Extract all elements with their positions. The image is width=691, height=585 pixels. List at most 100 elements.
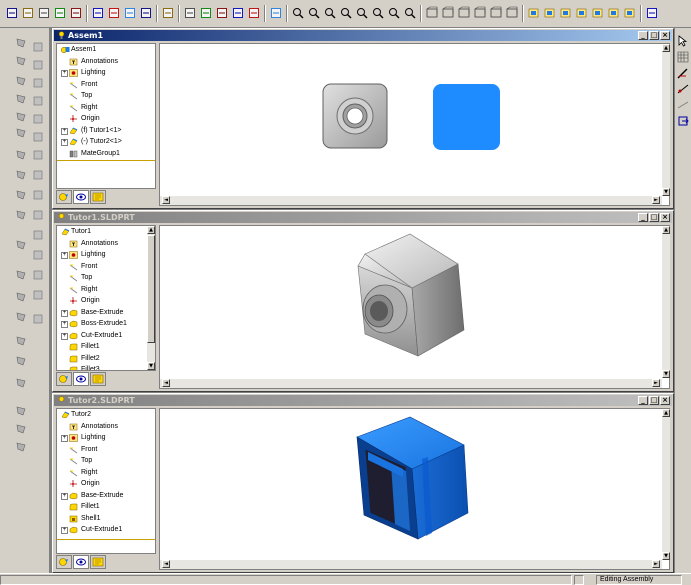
extend-icon[interactable] bbox=[14, 208, 28, 222]
wireframe-icon[interactable] bbox=[425, 6, 439, 20]
expand-toggle[interactable]: + bbox=[61, 332, 68, 340]
split-icon[interactable] bbox=[31, 148, 45, 162]
view-bottom-icon[interactable] bbox=[607, 6, 621, 20]
fix-icon[interactable] bbox=[31, 112, 45, 126]
property-manager-tab[interactable] bbox=[73, 372, 89, 386]
property-manager-tab[interactable] bbox=[73, 555, 89, 569]
save-icon[interactable] bbox=[37, 6, 51, 20]
dimension-icon[interactable] bbox=[14, 310, 28, 324]
copy-sketch-icon[interactable] bbox=[31, 40, 45, 54]
zoom-fit-icon[interactable] bbox=[323, 6, 337, 20]
sketch-spline-icon[interactable] bbox=[14, 110, 28, 124]
vertical-scrollbar[interactable]: ▲ ▼ bbox=[662, 409, 670, 560]
tree-item[interactable]: + Base-Extrude bbox=[61, 490, 155, 502]
tree-root-item[interactable]: Tutor1 bbox=[59, 226, 155, 238]
vertical-scrollbar[interactable]: ▲ ▼ bbox=[662, 44, 670, 196]
parabola-icon[interactable] bbox=[31, 188, 45, 202]
part-document-window-tutor2[interactable]: Tutor2.SLDPRT _ □ × Tutor2 Annotations + Li… bbox=[52, 393, 674, 573]
tree-item[interactable]: Origin bbox=[67, 113, 155, 125]
help-icon[interactable] bbox=[269, 6, 283, 20]
view-orientation-icon[interactable] bbox=[291, 6, 305, 20]
tree-vertical-scrollbar[interactable]: ▲ ▼ bbox=[147, 226, 155, 370]
tree-item[interactable]: MateGroup1 bbox=[67, 148, 155, 160]
select-icon[interactable] bbox=[199, 6, 213, 20]
graphics-area[interactable]: ▲ ▼ ◄ ► bbox=[159, 408, 670, 570]
zoom-area-icon[interactable] bbox=[339, 6, 353, 20]
tree-item[interactable]: + Cut-Extrude1 bbox=[61, 524, 155, 536]
rollback-bar[interactable] bbox=[57, 539, 155, 540]
tutor2-part-model[interactable] bbox=[356, 416, 469, 540]
expand-toggle[interactable]: + bbox=[61, 70, 68, 77]
3d-sketch-icon[interactable] bbox=[31, 228, 45, 242]
partial-ellipse-icon[interactable] bbox=[31, 168, 45, 182]
pan-icon[interactable] bbox=[403, 6, 417, 20]
zoom-inout-icon[interactable] bbox=[355, 6, 369, 20]
assembly-document-window[interactable]: Assem1 _ □ × Assem1 Annotations + Lighting F… bbox=[52, 28, 674, 209]
tree-item[interactable]: + Boss-Extrude1 bbox=[61, 318, 155, 330]
shaded-icon[interactable] bbox=[489, 6, 503, 20]
close-button[interactable]: × bbox=[660, 396, 670, 405]
minimize-button[interactable]: _ bbox=[638, 213, 648, 222]
undo-icon[interactable] bbox=[161, 6, 175, 20]
tree-root-item[interactable]: Tutor2 bbox=[59, 409, 155, 421]
move-icon[interactable] bbox=[14, 404, 28, 418]
configuration-manager-tab[interactable] bbox=[90, 190, 106, 204]
tree-item[interactable]: Top bbox=[67, 90, 155, 102]
sketch-fillet-icon[interactable] bbox=[14, 168, 28, 182]
part-document-window-tutor1[interactable]: Tutor1.SLDPRT _ □ × Tutor1 Annotations + Li… bbox=[52, 210, 674, 392]
tree-item[interactable]: + Base-Extrude bbox=[61, 307, 155, 319]
expand-toggle[interactable]: + bbox=[61, 139, 68, 146]
sketch-rect-icon[interactable] bbox=[14, 54, 28, 68]
paste-icon[interactable] bbox=[123, 6, 137, 20]
tutor2-component[interactable] bbox=[433, 84, 500, 150]
window-title-bar[interactable]: Assem1 _ □ × bbox=[54, 30, 672, 41]
modify-icon[interactable] bbox=[31, 76, 45, 90]
copy-icon[interactable] bbox=[107, 6, 121, 20]
tree-item[interactable]: Front bbox=[67, 444, 155, 456]
graphics-area[interactable]: ▲ ▼ ◄ ► bbox=[159, 43, 670, 206]
sketch-text-icon[interactable] bbox=[14, 376, 28, 390]
rotate-icon[interactable] bbox=[387, 6, 401, 20]
expand-toggle[interactable]: + bbox=[61, 321, 68, 328]
tree-item[interactable]: + (f) Tutor1<1> bbox=[61, 125, 155, 137]
tree-item[interactable]: + (-) Tutor2<1> bbox=[61, 136, 155, 148]
exit-sketch-icon[interactable] bbox=[676, 114, 690, 128]
color-icon[interactable] bbox=[247, 6, 261, 20]
normal-to-icon[interactable] bbox=[645, 6, 659, 20]
print-icon[interactable] bbox=[53, 6, 67, 20]
tree-item[interactable]: Annotations bbox=[67, 56, 155, 68]
previous-view-icon[interactable] bbox=[307, 6, 321, 20]
horizontal-scrollbar[interactable]: ◄ ► bbox=[160, 379, 662, 388]
expand-toggle[interactable]: + bbox=[61, 435, 68, 442]
open-icon[interactable] bbox=[21, 6, 35, 20]
tree-item[interactable]: Fillet3 bbox=[67, 364, 155, 370]
tree-root-item[interactable]: Assem1 bbox=[59, 44, 155, 56]
delete-icon[interactable] bbox=[139, 6, 153, 20]
grid-icon[interactable] bbox=[215, 6, 229, 20]
expand-toggle[interactable]: + bbox=[61, 127, 68, 135]
window-title-bar[interactable]: Tutor2.SLDPRT _ □ × bbox=[54, 395, 672, 406]
construction-icon[interactable] bbox=[31, 58, 45, 72]
line-icon[interactable] bbox=[676, 98, 690, 112]
tree-item[interactable]: + Cut-Extrude1 bbox=[61, 330, 155, 342]
minimize-button[interactable]: _ bbox=[638, 396, 648, 405]
repair-icon[interactable] bbox=[31, 94, 45, 108]
new-icon[interactable] bbox=[5, 6, 19, 20]
feature-manager-tab[interactable] bbox=[56, 372, 72, 386]
feature-manager-tab[interactable] bbox=[56, 555, 72, 569]
zoom-selection-icon[interactable] bbox=[371, 6, 385, 20]
view-top-icon[interactable] bbox=[591, 6, 605, 20]
tree-item[interactable]: Right bbox=[67, 467, 155, 479]
graphics-area[interactable]: ▲ ▼ ◄ ► bbox=[159, 225, 670, 389]
tree-item[interactable]: + Lighting bbox=[61, 432, 155, 444]
tree-item[interactable]: Annotations bbox=[67, 238, 155, 250]
offset-icon[interactable] bbox=[14, 238, 28, 252]
view-front-icon[interactable] bbox=[527, 6, 541, 20]
sketch-line-icon[interactable] bbox=[14, 36, 28, 50]
expand-toggle[interactable]: + bbox=[61, 492, 68, 500]
sketch-grid-icon[interactable] bbox=[676, 50, 690, 64]
sketch-icon[interactable] bbox=[676, 66, 690, 80]
rebuild-icon[interactable] bbox=[183, 6, 197, 20]
tree-item[interactable]: Top bbox=[67, 455, 155, 467]
view-right-icon[interactable] bbox=[575, 6, 589, 20]
